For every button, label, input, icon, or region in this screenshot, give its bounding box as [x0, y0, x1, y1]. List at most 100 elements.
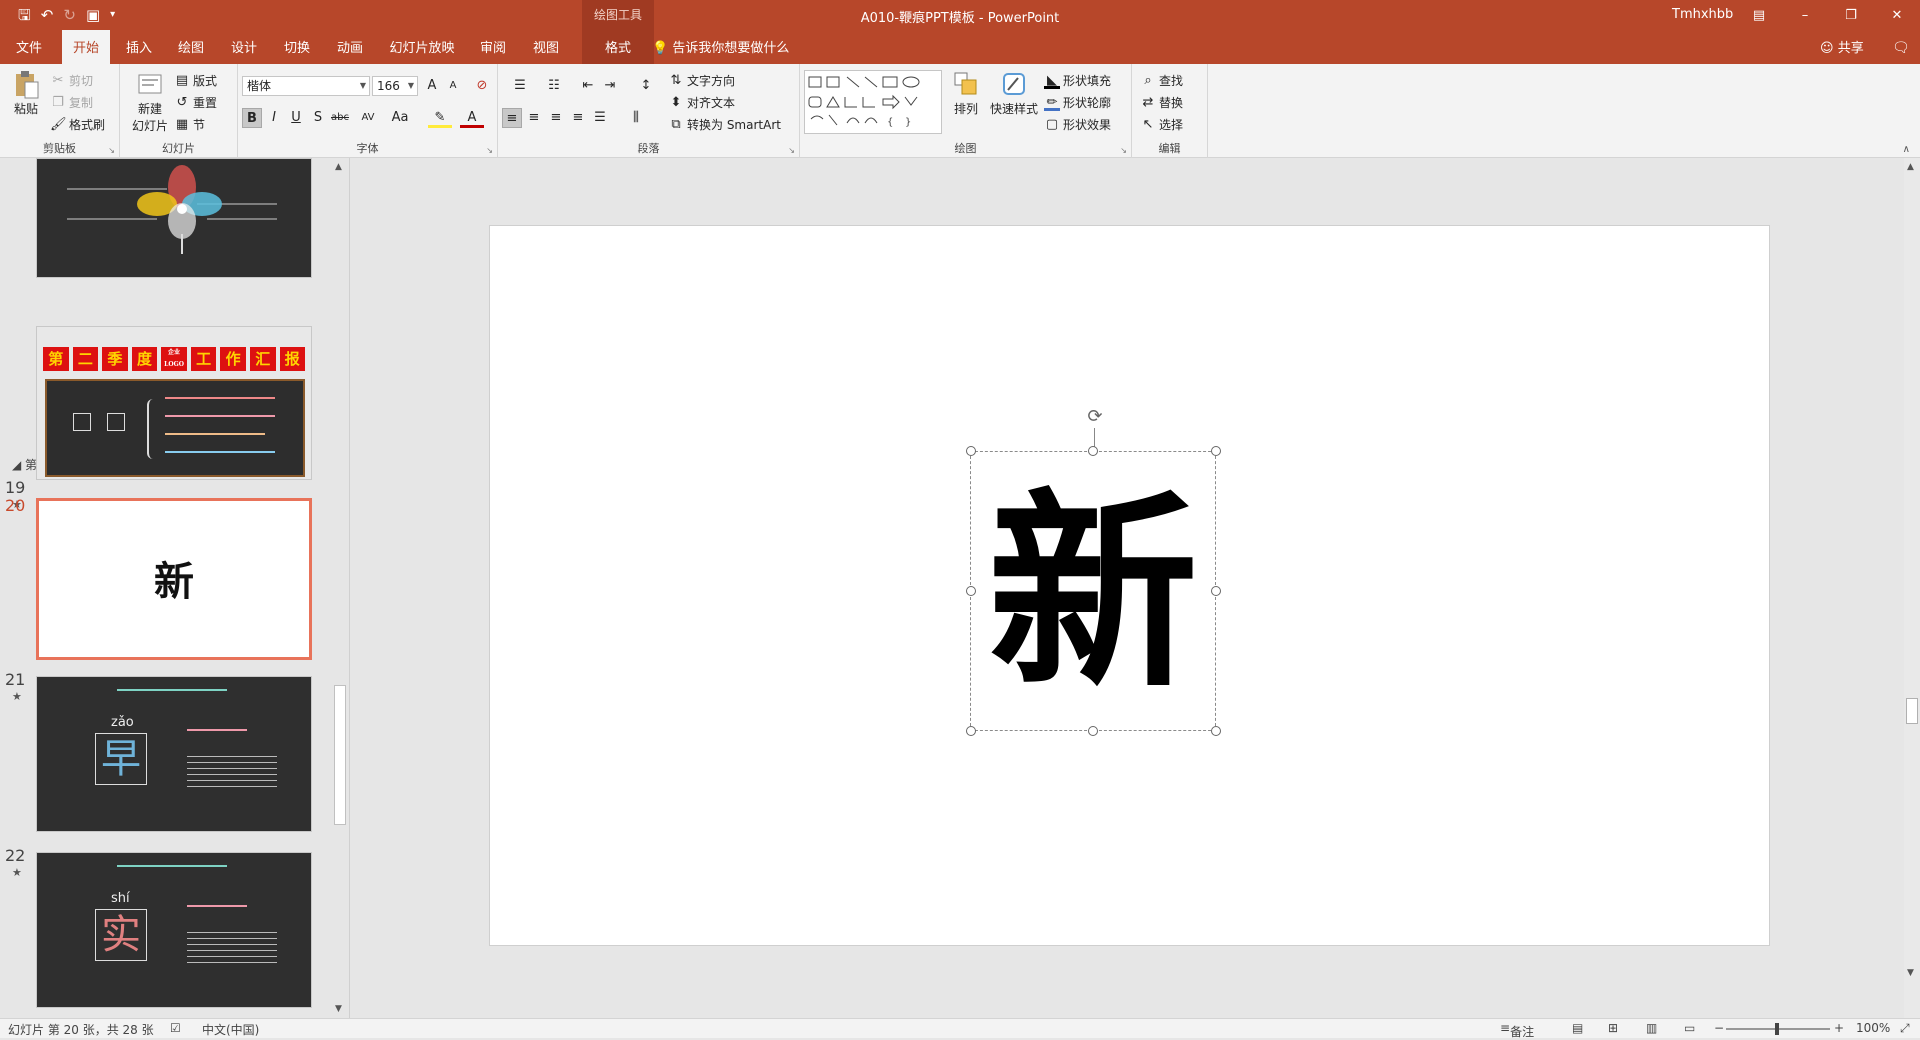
- restore-icon[interactable]: ❐: [1828, 0, 1874, 30]
- new-slide-button[interactable]: 新建 幻灯片: [128, 70, 172, 134]
- font-name-combo[interactable]: 楷体 ▼: [242, 76, 370, 96]
- text-direction-button[interactable]: ⇅ 文字方向: [668, 72, 735, 89]
- share-button[interactable]: ☺ 共享: [1820, 30, 1864, 68]
- normal-view-icon[interactable]: ▤: [1572, 1021, 1583, 1035]
- zoom-in-icon[interactable]: +: [1834, 1021, 1844, 1035]
- zoom-out-icon[interactable]: −: [1714, 1021, 1724, 1035]
- scrollbar-thumb[interactable]: [334, 685, 346, 825]
- align-center-icon[interactable]: ≡: [524, 108, 544, 128]
- arrange-button[interactable]: 排列: [948, 70, 984, 117]
- clear-format-icon[interactable]: ⊘: [472, 76, 492, 96]
- replace-button[interactable]: ⇄ 替换: [1140, 94, 1183, 111]
- rotate-handle-icon[interactable]: ⟳: [1084, 406, 1106, 428]
- collapse-ribbon-icon[interactable]: ∧: [1903, 144, 1910, 155]
- comment-icon[interactable]: 🗨: [1892, 40, 1910, 56]
- thumbnail-scrollbar[interactable]: ▲ ▼: [332, 160, 348, 1016]
- line-spacing-icon[interactable]: ↕: [632, 76, 660, 96]
- clipboard-launcher-icon[interactable]: ↘: [108, 146, 115, 155]
- slide-sorter-icon[interactable]: ⊞: [1608, 1021, 1618, 1035]
- resize-handle[interactable]: [966, 726, 976, 736]
- shape-outline-button[interactable]: ✏ 形状轮廓: [1044, 94, 1111, 111]
- tab-home[interactable]: 开始: [62, 30, 110, 64]
- resize-handle[interactable]: [966, 586, 976, 596]
- strikethrough-button[interactable]: abc: [330, 108, 350, 128]
- resize-handle[interactable]: [1211, 446, 1221, 456]
- scroll-down-icon[interactable]: ▼: [1907, 968, 1914, 978]
- resize-handle[interactable]: [966, 446, 976, 456]
- font-launcher-icon[interactable]: ↘: [486, 146, 493, 155]
- resize-handle[interactable]: [1088, 446, 1098, 456]
- highlight-icon[interactable]: ✎: [428, 108, 452, 128]
- tab-review[interactable]: 审阅: [474, 30, 512, 64]
- select-button[interactable]: ↖ 选择: [1140, 116, 1183, 133]
- shape-fill-button[interactable]: ◣ 形状填充: [1044, 72, 1111, 89]
- scrollbar-thumb[interactable]: [1906, 698, 1918, 724]
- slideshow-icon[interactable]: ▭: [1684, 1021, 1695, 1035]
- shrink-font-button[interactable]: A: [443, 76, 463, 96]
- align-left-icon[interactable]: ≡: [502, 108, 522, 128]
- numbering-icon[interactable]: ☷: [540, 76, 568, 96]
- tab-format[interactable]: 格式: [582, 30, 654, 64]
- bullets-icon[interactable]: ☰: [506, 76, 534, 96]
- slide-thumbnail-22[interactable]: shí 实: [36, 852, 312, 1008]
- zoom-level[interactable]: 100%: [1856, 1021, 1890, 1035]
- tell-me-box[interactable]: 💡 告诉我你想要做什么: [652, 30, 789, 68]
- spellcheck-icon[interactable]: ☑: [170, 1021, 181, 1035]
- scroll-down-icon[interactable]: ▼: [335, 1004, 342, 1014]
- scroll-up-icon[interactable]: ▲: [335, 162, 342, 172]
- zoom-slider-thumb[interactable]: [1775, 1023, 1779, 1035]
- tab-transitions[interactable]: 切换: [278, 30, 316, 64]
- bold-button[interactable]: B: [242, 108, 262, 128]
- shapes-gallery[interactable]: {}: [804, 70, 942, 134]
- shape-effects-button[interactable]: ▢ 形状效果: [1044, 116, 1111, 133]
- italic-button[interactable]: I: [264, 108, 284, 128]
- copy-button[interactable]: ❐ 复制: [50, 94, 93, 111]
- slide-thumbnail-20[interactable]: 新: [36, 498, 312, 660]
- quick-styles-button[interactable]: 快速样式: [988, 70, 1040, 117]
- align-text-button[interactable]: ⬍ 对齐文本: [668, 94, 735, 111]
- grow-font-button[interactable]: A: [422, 76, 442, 96]
- change-case-button[interactable]: Aa: [386, 108, 414, 128]
- shadow-button[interactable]: S: [308, 108, 328, 128]
- font-size-combo[interactable]: 166 ▼: [372, 76, 418, 96]
- paragraph-launcher-icon[interactable]: ↘: [788, 146, 795, 155]
- layout-button[interactable]: ▤ 版式: [174, 72, 217, 89]
- slide-thumbnail-panel[interactable]: ◢ 第4节 19 ★ 第 二 季 度 企业LOGO 工 作 汇 报 20 新 2…: [0, 158, 350, 1018]
- close-icon[interactable]: ✕: [1874, 0, 1920, 30]
- cut-button[interactable]: ✂ 剪切: [50, 72, 93, 89]
- char-spacing-button[interactable]: AV: [354, 108, 382, 128]
- scroll-up-icon[interactable]: ▲: [1907, 162, 1914, 172]
- justify-icon[interactable]: ≡: [568, 108, 588, 128]
- ribbon-display-icon[interactable]: ▤: [1736, 0, 1782, 30]
- minimize-icon[interactable]: –: [1782, 0, 1828, 30]
- notes-button[interactable]: ≡ 备注: [1500, 1021, 1534, 1039]
- tab-view[interactable]: 视图: [527, 30, 565, 64]
- tab-draw[interactable]: 绘图: [172, 30, 210, 64]
- language-indicator[interactable]: 中文(中国): [202, 1021, 259, 1038]
- distributed-icon[interactable]: ☰: [590, 108, 610, 128]
- columns-icon[interactable]: ⫼: [622, 108, 650, 128]
- tab-design[interactable]: 设计: [225, 30, 263, 64]
- decrease-indent-icon[interactable]: ⇤: [578, 76, 598, 96]
- resize-handle[interactable]: [1211, 586, 1221, 596]
- tab-insert[interactable]: 插入: [120, 30, 158, 64]
- slide-thumbnail-21[interactable]: zǎo 早: [36, 676, 312, 832]
- tab-file[interactable]: 文件: [10, 30, 48, 64]
- slide-thumbnail-19[interactable]: 第 二 季 度 企业LOGO 工 作 汇 报: [36, 326, 312, 480]
- align-right-icon[interactable]: ≡: [546, 108, 566, 128]
- resize-handle[interactable]: [1211, 726, 1221, 736]
- format-painter-button[interactable]: 🖌 格式刷: [50, 116, 105, 133]
- tab-slideshow[interactable]: 幻灯片放映: [386, 30, 458, 64]
- slide-main-char[interactable]: 新: [975, 468, 1211, 718]
- user-name[interactable]: Tmhxhbb: [1672, 7, 1733, 22]
- resize-handle[interactable]: [1088, 726, 1098, 736]
- drawing-launcher-icon[interactable]: ↘: [1120, 146, 1127, 155]
- font-color-button[interactable]: A: [460, 108, 484, 128]
- underline-button[interactable]: U: [286, 108, 306, 128]
- increase-indent-icon[interactable]: ⇥: [600, 76, 620, 96]
- fit-slide-icon[interactable]: ⤢: [1900, 1021, 1910, 1036]
- reset-button[interactable]: ↺ 重置: [174, 94, 217, 111]
- tab-animations[interactable]: 动画: [331, 30, 369, 64]
- reading-view-icon[interactable]: ▥: [1646, 1021, 1657, 1035]
- paste-button[interactable]: 粘贴: [8, 70, 44, 117]
